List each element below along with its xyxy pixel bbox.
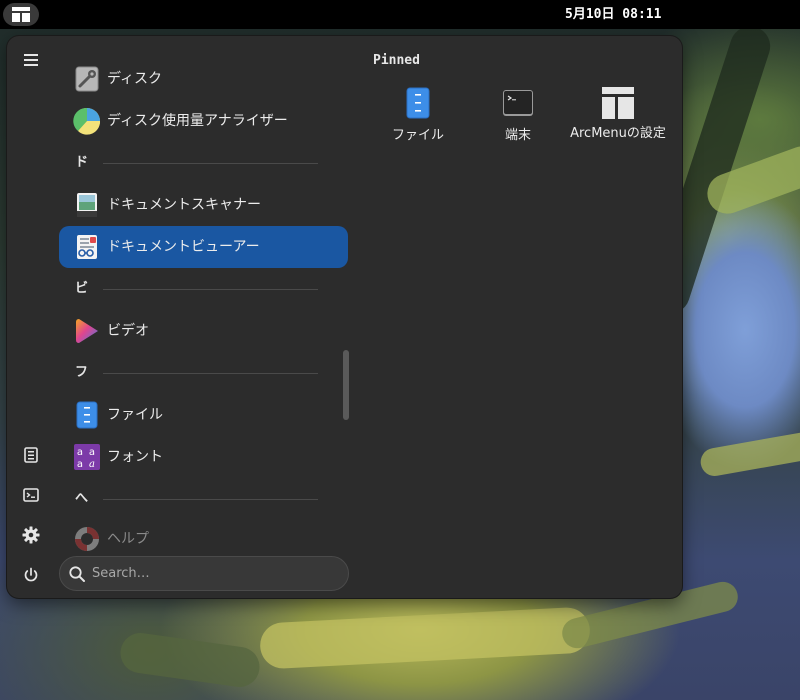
- section-letter: ド: [75, 155, 89, 170]
- arcmenu-settings-icon: [602, 87, 634, 119]
- document-viewer-icon: [77, 235, 97, 259]
- list-item-disks[interactable]: ディスク: [59, 58, 348, 100]
- pinned-heading: Pinned: [373, 53, 420, 68]
- search-input[interactable]: [92, 557, 332, 590]
- clock[interactable]: 5月10日 08:11: [0, 0, 800, 29]
- search-icon: [69, 566, 85, 582]
- section-divider: [103, 289, 318, 290]
- gear-icon: [22, 526, 40, 544]
- hamburger-menu-icon: [24, 54, 38, 66]
- disk-usage-analyzer-icon: [73, 107, 101, 135]
- menu-sidebar: [7, 36, 55, 598]
- svg-text:a: a: [89, 447, 95, 458]
- document-scanner-icon: [77, 193, 97, 217]
- app-label: ビデオ: [107, 323, 149, 339]
- svg-text:a: a: [89, 459, 95, 470]
- section-header: ビ: [59, 277, 348, 301]
- section-header: フ: [59, 361, 348, 385]
- svg-text:a: a: [77, 459, 83, 470]
- pinned-label: ファイル: [391, 128, 444, 143]
- sidebar-terminal-button[interactable]: [19, 483, 43, 507]
- section-divider: [103, 373, 318, 374]
- pinned-label: ArcMenuの設定: [570, 126, 666, 141]
- video-player-icon: [76, 319, 98, 343]
- disk-utility-icon: [75, 66, 99, 92]
- list-item-disk-usage-analyzer[interactable]: ディスク使用量アナライザー: [59, 100, 348, 142]
- sidebar-power-button[interactable]: [19, 563, 43, 587]
- sidebar-document-viewer-button[interactable]: [19, 443, 43, 467]
- fonts-icon: a a a a: [74, 444, 100, 470]
- hamburger-menu-button[interactable]: [19, 48, 43, 72]
- section-divider: [103, 499, 318, 500]
- top-bar: 5月10日 08:11: [0, 0, 800, 29]
- power-icon: [24, 567, 38, 582]
- section-letter: フ: [75, 365, 89, 380]
- application-list[interactable]: ディスク ディスク使用量アナライザー ド ドキュメントスキャナー ドキュメントビ…: [59, 58, 354, 556]
- terminal-icon: [23, 488, 39, 502]
- pinned-item-files[interactable]: ファイル: [368, 80, 468, 170]
- search-box[interactable]: [59, 556, 349, 591]
- list-item-videos[interactable]: ビデオ: [59, 310, 348, 352]
- help-lifebuoy-icon: [75, 527, 99, 551]
- files-icon: [406, 87, 430, 119]
- files-icon: [76, 401, 98, 429]
- app-list-scrollbar[interactable]: [343, 350, 349, 420]
- app-label: ドキュメントビューアー: [107, 239, 260, 255]
- app-label: ファイル: [107, 407, 163, 423]
- section-header: へ: [59, 487, 348, 511]
- app-label: ディスク: [107, 71, 163, 87]
- list-item-document-scanner[interactable]: ドキュメントスキャナー: [59, 184, 348, 226]
- app-label: ディスク使用量アナライザー: [107, 113, 288, 129]
- list-item-fonts[interactable]: a a a a フォント: [59, 436, 348, 478]
- section-letter: へ: [75, 491, 89, 506]
- pinned-item-terminal[interactable]: 端末: [468, 80, 568, 170]
- pinned-item-arcmenu-settings[interactable]: ArcMenuの設定: [568, 80, 668, 170]
- list-item-help[interactable]: ヘルプ: [59, 518, 348, 556]
- list-item-files[interactable]: ファイル: [59, 394, 348, 436]
- document-viewer-icon: [24, 447, 38, 463]
- app-label: フォント: [107, 449, 163, 465]
- pinned-label: 端末: [504, 128, 531, 143]
- section-divider: [103, 163, 318, 164]
- svg-text:a: a: [77, 447, 83, 458]
- list-item-document-viewer[interactable]: ドキュメントビューアー: [59, 226, 348, 268]
- section-letter: ビ: [75, 281, 89, 296]
- terminal-icon: [503, 90, 533, 116]
- section-header: ド: [59, 151, 348, 175]
- sidebar-settings-button[interactable]: [19, 523, 43, 547]
- arcmenu-panel: ディスク ディスク使用量アナライザー ド ドキュメントスキャナー ドキュメントビ…: [7, 36, 682, 598]
- app-label: ドキュメントスキャナー: [107, 197, 261, 213]
- app-label: ヘルプ: [107, 531, 149, 547]
